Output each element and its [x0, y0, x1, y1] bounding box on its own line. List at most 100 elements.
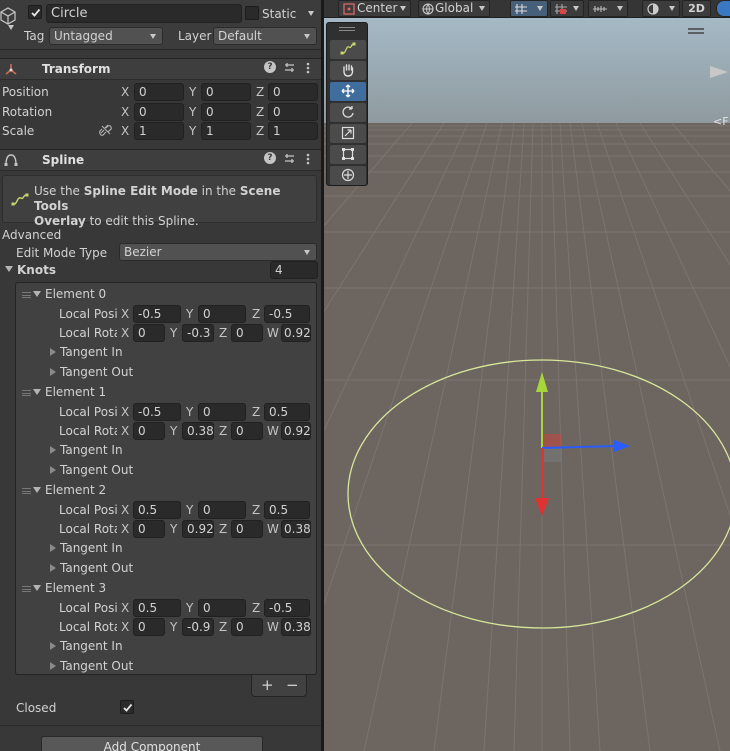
- knot-rotation-y-field[interactable]: 0.38: [182, 422, 214, 440]
- knots-foldout-arrow[interactable]: [5, 266, 13, 272]
- position-x-field[interactable]: 0: [134, 83, 184, 101]
- help-icon[interactable]: ?: [264, 152, 276, 164]
- rotation-z-field[interactable]: 0: [268, 103, 318, 121]
- knot-rotation-x-field[interactable]: 0: [133, 520, 165, 538]
- layer-dropdown[interactable]: Default: [213, 27, 317, 45]
- presets-icon[interactable]: [283, 61, 296, 74]
- scale-tool-button[interactable]: [330, 124, 366, 143]
- tangent-in-foldout-arrow[interactable]: [50, 446, 56, 454]
- rotation-y-field[interactable]: 0: [201, 103, 251, 121]
- knot-rotation-x-field[interactable]: 0: [133, 422, 165, 440]
- element-label[interactable]: Element 1: [45, 384, 106, 400]
- scale-z-field[interactable]: 1: [268, 122, 318, 140]
- tangent-out-foldout-arrow[interactable]: [50, 662, 56, 670]
- tangent-in-label[interactable]: Tangent In: [60, 540, 123, 556]
- tangent-out-foldout-arrow[interactable]: [50, 564, 56, 572]
- knot-position-z-field[interactable]: 0.5: [264, 501, 310, 519]
- drag-handle-icon[interactable]: [22, 390, 31, 396]
- knot-rotation-z-field[interactable]: 0: [231, 618, 263, 636]
- knot-rotation-z-field[interactable]: 0: [231, 422, 263, 440]
- rotate-tool-button[interactable]: [330, 103, 366, 122]
- knot-rotation-y-field[interactable]: -0.9: [182, 618, 214, 636]
- tangent-in-label[interactable]: Tangent In: [60, 442, 123, 458]
- tangent-in-foldout-arrow[interactable]: [50, 544, 56, 552]
- grid-snapping-toggle[interactable]: [510, 0, 548, 17]
- spline-header[interactable]: Spline ?: [0, 149, 321, 171]
- move-tool-button[interactable]: [330, 82, 366, 101]
- add-element-button[interactable]: +: [261, 676, 274, 694]
- knot-rotation-x-field[interactable]: 0: [133, 324, 165, 342]
- element-foldout-arrow[interactable]: [33, 389, 41, 395]
- tangent-in-foldout-arrow[interactable]: [50, 348, 56, 356]
- increment-snap-toggle[interactable]: [550, 0, 584, 17]
- knot-rotation-w-field[interactable]: 0.92: [281, 324, 311, 342]
- icon-dropdown-arrow[interactable]: [8, 25, 14, 30]
- element-label[interactable]: Element 3: [45, 580, 106, 596]
- scale-x-field[interactable]: 1: [134, 122, 184, 140]
- drag-handle-icon[interactable]: [22, 292, 31, 298]
- knots-label[interactable]: Knots: [17, 262, 56, 278]
- knot-position-z-field[interactable]: -0.5: [264, 599, 310, 617]
- knot-position-y-field[interactable]: 0: [198, 403, 246, 421]
- tangent-in-foldout-arrow[interactable]: [50, 642, 56, 650]
- drag-handle-icon[interactable]: [22, 586, 31, 592]
- tangent-in-label[interactable]: Tangent In: [60, 344, 123, 360]
- tangent-out-label[interactable]: Tangent Out: [60, 560, 133, 576]
- element-label[interactable]: Element 0: [45, 286, 106, 302]
- more-options-icon[interactable]: [305, 152, 311, 166]
- rect-tool-button[interactable]: [330, 145, 366, 164]
- transform-header[interactable]: Transform ?: [0, 58, 321, 80]
- draw-mode-dropdown[interactable]: [642, 0, 680, 17]
- help-icon[interactable]: ?: [264, 61, 276, 73]
- knot-position-y-field[interactable]: 0: [198, 305, 246, 323]
- tangent-out-label[interactable]: Tangent Out: [60, 364, 133, 380]
- static-checkbox[interactable]: [245, 6, 259, 20]
- position-z-field[interactable]: 0: [268, 83, 318, 101]
- knot-position-x-field[interactable]: -0.5: [133, 305, 181, 323]
- ruler-toggle[interactable]: [588, 0, 628, 17]
- lighting-toggle[interactable]: [716, 0, 730, 17]
- link-icon[interactable]: [99, 124, 113, 136]
- knot-position-x-field[interactable]: -0.5: [133, 403, 181, 421]
- closed-checkbox[interactable]: [120, 700, 134, 714]
- more-options-icon[interactable]: [305, 61, 311, 75]
- knot-position-y-field[interactable]: 0: [198, 599, 246, 617]
- hand-tool-button[interactable]: [330, 61, 366, 80]
- pivot-space-dropdown[interactable]: Global: [418, 0, 490, 17]
- knot-rotation-z-field[interactable]: 0: [231, 324, 263, 342]
- knot-position-z-field[interactable]: -0.5: [264, 305, 310, 323]
- knot-rotation-y-field[interactable]: -0.3: [182, 324, 214, 342]
- knot-rotation-z-field[interactable]: 0: [231, 520, 263, 538]
- knots-count-field[interactable]: 4: [270, 261, 318, 279]
- remove-element-button[interactable]: −: [286, 676, 299, 694]
- tangent-out-label[interactable]: Tangent Out: [60, 462, 133, 478]
- edit-mode-dropdown[interactable]: Bezier: [119, 243, 317, 261]
- element-foldout-arrow[interactable]: [33, 487, 41, 493]
- active-checkbox[interactable]: [28, 5, 42, 19]
- knot-rotation-x-field[interactable]: 0: [133, 618, 165, 636]
- knot-position-y-field[interactable]: 0: [198, 501, 246, 519]
- knot-rotation-w-field[interactable]: 0.38: [281, 618, 311, 636]
- tangent-in-label[interactable]: Tangent In: [60, 638, 123, 654]
- element-foldout-arrow[interactable]: [33, 585, 41, 591]
- presets-icon[interactable]: [283, 152, 296, 165]
- knot-position-z-field[interactable]: 0.5: [264, 403, 310, 421]
- tangent-out-foldout-arrow[interactable]: [50, 368, 56, 376]
- add-component-button[interactable]: Add Component: [41, 736, 263, 751]
- scene-canvas[interactable]: <F: [324, 0, 730, 751]
- element-foldout-arrow[interactable]: [33, 291, 41, 297]
- static-dropdown-arrow[interactable]: [308, 11, 314, 16]
- position-y-field[interactable]: 0: [201, 83, 251, 101]
- rotation-x-field[interactable]: 0: [134, 103, 184, 121]
- drag-handle-icon[interactable]: [22, 488, 31, 494]
- knot-position-x-field[interactable]: 0.5: [133, 599, 181, 617]
- knot-rotation-w-field[interactable]: 0.92: [281, 422, 311, 440]
- pivot-mode-dropdown[interactable]: Center: [338, 0, 411, 17]
- tag-dropdown[interactable]: Untagged: [49, 27, 163, 45]
- object-name-field[interactable]: Circle: [46, 4, 242, 23]
- scale-y-field[interactable]: 1: [201, 122, 251, 140]
- 2d-toggle[interactable]: 2D: [682, 0, 711, 17]
- knot-rotation-w-field[interactable]: 0.38: [281, 520, 311, 538]
- knot-rotation-y-field[interactable]: 0.92: [182, 520, 214, 538]
- transform-tool-button[interactable]: [330, 166, 366, 185]
